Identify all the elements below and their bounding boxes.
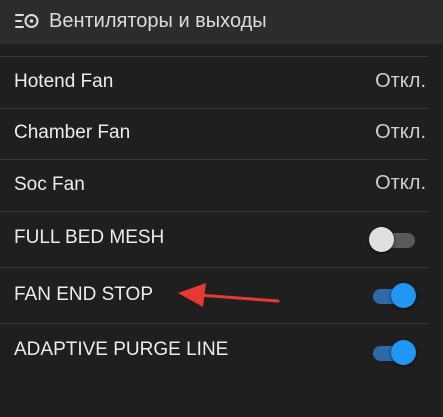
row-label: ADAPTIVE PURGE LINE bbox=[14, 339, 229, 360]
panel-header[interactable]: Вентиляторы и выходы bbox=[0, 0, 443, 45]
full-bed-mesh-toggle[interactable] bbox=[369, 227, 417, 253]
row-chamber-fan[interactable]: Chamber Fan Откл. bbox=[0, 109, 443, 159]
row-label: FAN END STOP bbox=[14, 284, 154, 305]
panel-title: Вентиляторы и выходы bbox=[49, 10, 267, 32]
row-label: Chamber Fan bbox=[14, 122, 131, 143]
toggle-knob bbox=[391, 340, 416, 365]
row-label: Hotend Fan bbox=[14, 71, 114, 92]
row-hotend-fan[interactable]: Hotend Fan Откл. bbox=[0, 57, 443, 108]
toggle-knob bbox=[391, 283, 416, 308]
row-value: Откл. bbox=[375, 172, 426, 194]
fans-outputs-panel: Вентиляторы и выходы Hotend Fan Откл. Ch… bbox=[0, 0, 443, 417]
row-adaptive-purge-line: ADAPTIVE PURGE LINE bbox=[0, 324, 443, 380]
fan-icon bbox=[15, 14, 39, 28]
adaptive-purge-line-toggle[interactable] bbox=[369, 340, 417, 366]
row-label: Soc Fan bbox=[14, 174, 85, 195]
row-full-bed-mesh: FULL BED MESH bbox=[0, 212, 443, 267]
toggle-knob bbox=[369, 227, 394, 252]
annotation-arrow-icon bbox=[178, 283, 280, 307]
row-value: Откл. bbox=[375, 121, 426, 143]
row-value: Откл. bbox=[375, 70, 426, 92]
row-soc-fan[interactable]: Soc Fan Откл. bbox=[0, 160, 443, 211]
fan-end-stop-toggle[interactable] bbox=[369, 283, 417, 309]
row-label: FULL BED MESH bbox=[14, 227, 165, 248]
